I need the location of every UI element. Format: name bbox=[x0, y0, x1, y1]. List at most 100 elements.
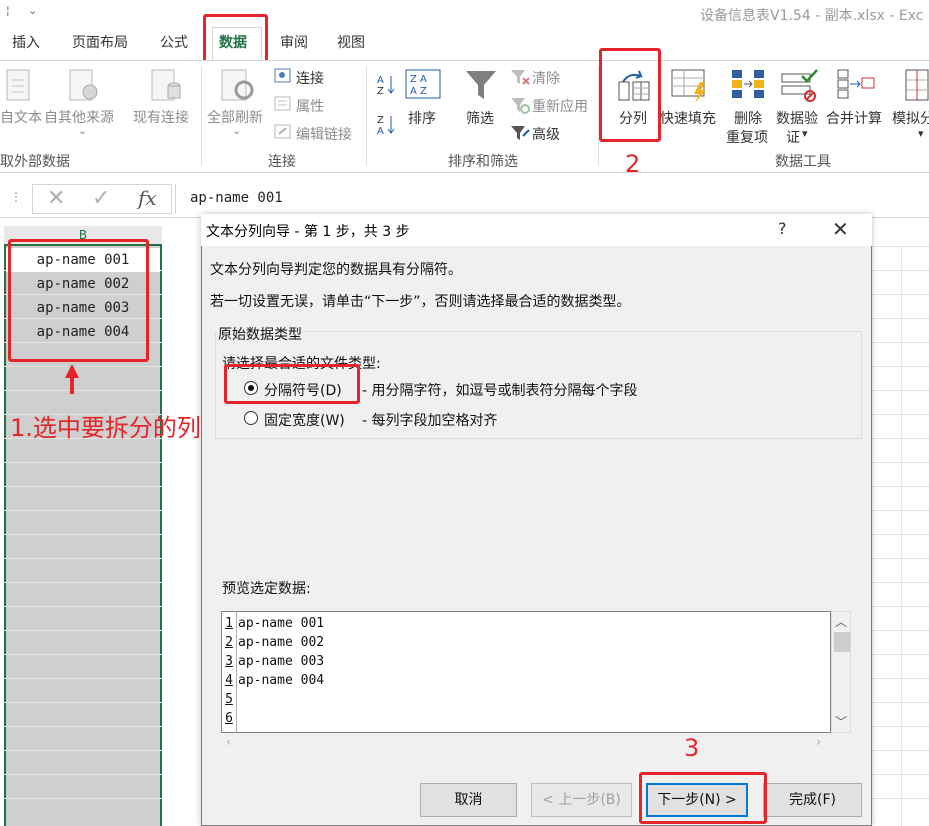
scroll-right-icon[interactable]: › bbox=[816, 735, 821, 750]
tab-review[interactable]: 审阅 bbox=[280, 32, 308, 56]
reapply-icon bbox=[511, 98, 530, 114]
confirm-entry-icon[interactable]: ✓ bbox=[92, 186, 110, 211]
finish-button[interactable]: 完成(F) bbox=[763, 783, 862, 817]
properties-button[interactable] bbox=[274, 96, 292, 116]
scroll-left-icon[interactable]: ‹ bbox=[226, 735, 231, 750]
preview-row-text: ap-name 002 bbox=[238, 635, 325, 650]
help-button[interactable]: ? bbox=[778, 219, 787, 238]
annotation-step-1: 1.选中要拆分的列 bbox=[10, 414, 201, 442]
preview-row-text: ap-name 001 bbox=[238, 616, 325, 631]
svg-text:Z A: Z A bbox=[410, 74, 427, 85]
quick-access-customize-icon[interactable]: ⌄ bbox=[28, 4, 37, 17]
annotation-box-data-tab bbox=[203, 14, 268, 66]
row-gridline bbox=[4, 510, 162, 511]
insert-function-icon[interactable]: fx bbox=[138, 186, 157, 210]
from-other-sources-icon bbox=[69, 69, 98, 101]
refresh-icon bbox=[221, 69, 254, 101]
preview-label: 预览选定数据: bbox=[222, 581, 311, 597]
cancel-button[interactable]: 取消 bbox=[420, 783, 517, 817]
data-validation-button[interactable] bbox=[780, 68, 820, 108]
back-button[interactable]: < 上一步(B) bbox=[531, 783, 632, 817]
advanced-filter-icon bbox=[511, 126, 530, 140]
advanced-filter-label: 高级 bbox=[532, 127, 560, 143]
option-fixed-desc: - 每列字段加空格对齐 bbox=[362, 413, 498, 429]
sort-button[interactable]: Z AA Z bbox=[404, 68, 442, 104]
close-icon[interactable]: ✕ bbox=[832, 217, 849, 241]
row-gridline bbox=[4, 702, 162, 703]
reapply-button[interactable] bbox=[510, 96, 530, 118]
filter-button[interactable] bbox=[464, 68, 498, 106]
tab-view[interactable]: 视图 bbox=[337, 32, 365, 56]
data-validation-label-2: 证 bbox=[786, 130, 800, 146]
connections-icon bbox=[274, 68, 291, 83]
tab-formulas[interactable]: 公式 bbox=[160, 32, 188, 56]
data-validation-label-1: 数据验 bbox=[776, 111, 818, 127]
flash-fill-icon bbox=[671, 69, 706, 103]
consolidate-icon bbox=[837, 69, 875, 99]
edit-links-button[interactable] bbox=[274, 124, 292, 144]
sort-za-icon: ZA bbox=[377, 115, 395, 137]
from-text-icon bbox=[6, 69, 30, 101]
scroll-down-icon[interactable]: ﹀ bbox=[835, 713, 847, 730]
sort-descending-button[interactable]: ZA bbox=[375, 112, 397, 140]
properties-icon bbox=[274, 96, 291, 111]
existing-connections-button[interactable] bbox=[148, 68, 184, 108]
clear-filter-icon bbox=[511, 70, 530, 85]
consolidate-label: 合并计算 bbox=[826, 111, 882, 127]
connections-label[interactable]: 连接 bbox=[296, 68, 324, 88]
sort-label: 排序 bbox=[408, 111, 436, 127]
consolidate-button[interactable] bbox=[836, 68, 876, 108]
preview-row-number: 4 bbox=[225, 673, 233, 688]
sort-ascending-button[interactable]: AZ bbox=[375, 72, 397, 100]
flash-fill-label: 快速填充 bbox=[660, 111, 716, 127]
data-validation-icon bbox=[781, 69, 818, 102]
formula-input[interactable] bbox=[175, 184, 929, 214]
refresh-all-button[interactable] bbox=[220, 68, 256, 108]
preview-row-number: 6 bbox=[225, 711, 233, 726]
svg-text:A: A bbox=[377, 126, 384, 136]
remove-duplicates-icon bbox=[732, 70, 764, 98]
chevron-down-icon: ▾ bbox=[802, 127, 808, 140]
row-gridline bbox=[4, 582, 162, 583]
cancel-entry-icon[interactable]: ✕ bbox=[47, 186, 65, 211]
tab-page-layout[interactable]: 页面布局 bbox=[72, 32, 128, 56]
scroll-up-icon[interactable]: ︿ bbox=[835, 613, 847, 630]
sort-az-icon: AZ bbox=[377, 75, 395, 97]
row-gridline bbox=[4, 678, 162, 679]
preview-number-separator bbox=[236, 612, 237, 732]
group-label-connections: 连接 bbox=[268, 154, 296, 170]
annotation-box-text-to-columns bbox=[599, 48, 661, 142]
advanced-filter-button[interactable] bbox=[510, 124, 530, 146]
dialog-intro-1: 文本分列向导判定您的数据具有分隔符。 bbox=[210, 262, 462, 278]
option-delimited-desc: - 用分隔字符，如逗号或制表符分隔每个字段 bbox=[362, 383, 638, 399]
row-gridline bbox=[4, 798, 162, 799]
dialog-title: 文本分列向导 - 第 1 步，共 3 步 bbox=[206, 224, 410, 240]
flash-fill-button[interactable] bbox=[670, 68, 710, 108]
tab-insert[interactable]: 插入 bbox=[12, 32, 40, 56]
row-gridline bbox=[4, 486, 162, 487]
from-text-button[interactable] bbox=[4, 68, 34, 108]
remove-duplicates-button[interactable] bbox=[730, 68, 770, 108]
quick-access-separator: ¦ bbox=[6, 4, 10, 17]
what-if-analysis-button[interactable] bbox=[904, 68, 929, 108]
clear-filter-button[interactable] bbox=[510, 68, 530, 90]
row-gridline bbox=[4, 390, 162, 391]
svg-text:Z: Z bbox=[377, 86, 384, 96]
preview-row-number: 5 bbox=[225, 692, 233, 707]
ribbon-separator bbox=[201, 66, 202, 166]
row-gridline bbox=[4, 462, 162, 463]
row-gridline bbox=[4, 630, 162, 631]
option-fixed-label[interactable]: 固定宽度(W) bbox=[264, 410, 345, 430]
row-gridline bbox=[4, 726, 162, 727]
preview-row-text: ap-name 003 bbox=[238, 654, 325, 669]
group-label-data-tools: 数据工具 bbox=[775, 154, 831, 170]
scrollbar-thumb[interactable] bbox=[834, 632, 850, 652]
chevron-down-icon: ⌄ bbox=[78, 124, 88, 137]
annotation-box-selected-cells bbox=[8, 239, 149, 362]
from-other-sources-button[interactable] bbox=[66, 68, 102, 108]
chevron-down-icon: ▾ bbox=[918, 127, 924, 140]
svg-text:A: A bbox=[377, 75, 384, 86]
radio-fixed-width[interactable] bbox=[244, 411, 258, 425]
connections-button[interactable] bbox=[274, 68, 292, 88]
remove-duplicates-label-1: 删除 bbox=[734, 111, 762, 127]
